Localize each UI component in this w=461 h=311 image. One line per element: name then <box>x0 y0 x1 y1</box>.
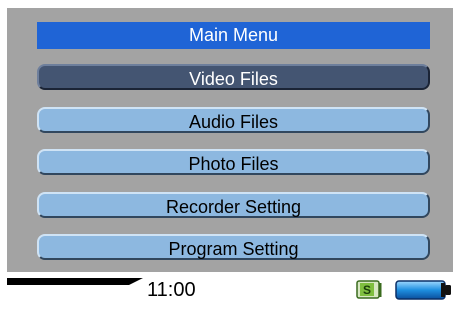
status-bar-stripe <box>7 278 129 285</box>
device-frame: Main Menu Video Files Audio Files Photo … <box>0 0 461 311</box>
menu-item-photo-files[interactable]: Photo Files <box>37 149 430 175</box>
menu-item-recorder-setting[interactable]: Recorder Setting <box>37 192 430 218</box>
status-time: 11:00 <box>147 279 196 301</box>
battery-icon <box>395 280 451 300</box>
menu-item-video-files[interactable]: Video Files <box>37 64 430 90</box>
menu-title: Main Menu <box>37 22 430 49</box>
status-bar-stripe-end <box>129 278 143 285</box>
menu-item-program-setting[interactable]: Program Setting <box>37 234 430 260</box>
status-bar: 11:00 S <box>7 272 453 303</box>
status-bar-background <box>7 272 453 303</box>
menu-item-audio-files[interactable]: Audio Files <box>37 107 430 133</box>
menu-screen: Main Menu Video Files Audio Files Photo … <box>7 8 453 303</box>
sd-card-letter: S <box>363 283 371 297</box>
sd-card-icon: S <box>356 280 382 299</box>
